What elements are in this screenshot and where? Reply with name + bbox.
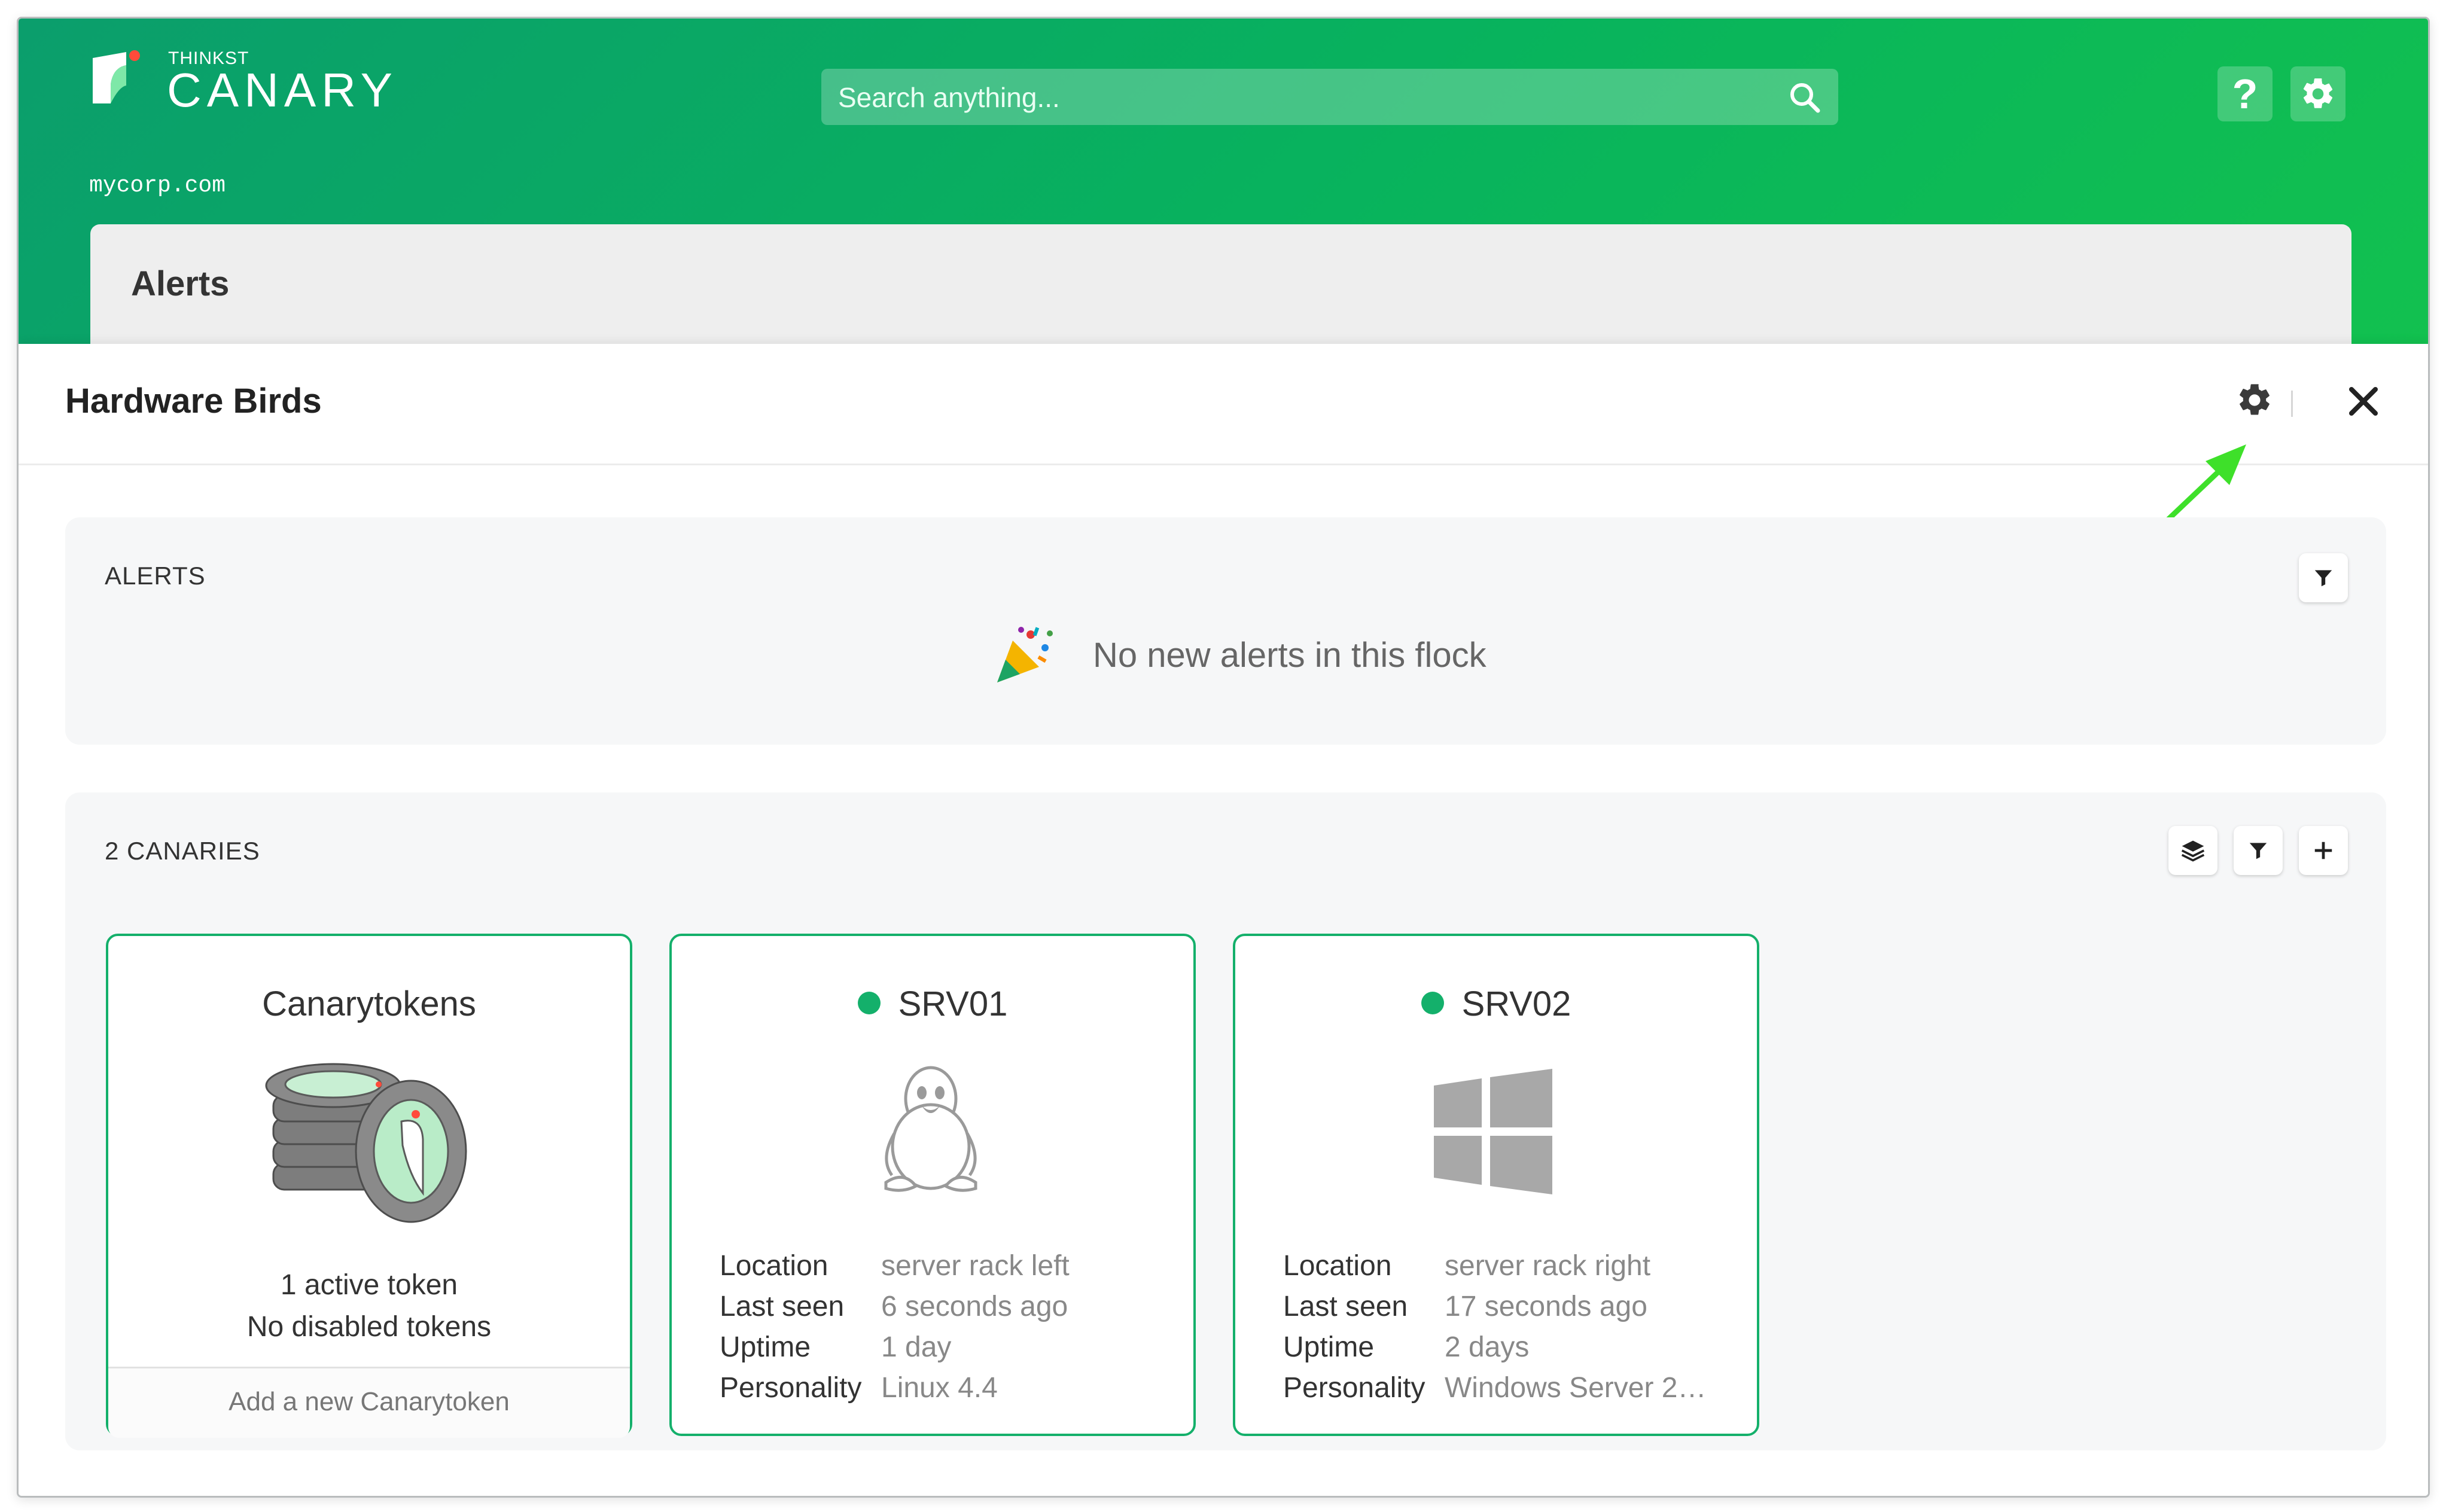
status-online-dot — [1421, 991, 1444, 1014]
personality-label: Personality — [720, 1372, 862, 1404]
personality-label: Personality — [1283, 1372, 1425, 1404]
panel-title: Hardware Birds — [65, 382, 322, 420]
domain-label: mycorp.com — [89, 173, 226, 199]
token-coins-icon — [265, 1063, 467, 1223]
device-name-text: SRV02 — [1461, 984, 1571, 1023]
filter-icon — [2249, 843, 2267, 859]
last-seen-value: 17 seconds ago — [1445, 1291, 1647, 1322]
canarytokens-card[interactable]: Canarytokens 1 active token No disabled … — [106, 934, 632, 1438]
device-details: Location server rack right Last seen 17 se… — [1283, 1246, 1706, 1409]
device-card-srv01[interactable]: SRV01 Location server rack left Last seen… — [669, 934, 1196, 1436]
brand-name: CANARY — [167, 63, 398, 117]
party-popper-icon — [997, 627, 1053, 682]
filter-icon — [2314, 570, 2332, 587]
alerts-section-label: ALERTS — [105, 562, 206, 590]
device-name-text: SRV01 — [898, 984, 1008, 1023]
no-alerts-message: No new alerts in this flock — [992, 619, 1486, 691]
add-canarytoken-label: Add a new Canarytoken — [229, 1387, 510, 1416]
layers-icon — [2181, 840, 2205, 862]
device-card-srv02[interactable]: SRV02 Location server rack right Last see… — [1233, 934, 1759, 1436]
device-details: Location server rack left Last seen 6 seco… — [720, 1246, 1070, 1409]
last-seen-label: Last seen — [1283, 1291, 1408, 1322]
help-icon: ? — [2232, 71, 2258, 117]
no-alerts-text: No new alerts in this flock — [1093, 635, 1486, 675]
app-window: THINKST CANARY mycorp.com ? Alerts Hardw… — [17, 17, 2430, 1498]
add-canarytoken-button[interactable]: Add a new Canarytoken — [108, 1367, 630, 1438]
uptime-label: Uptime — [720, 1331, 811, 1363]
alerts-filter-button[interactable] — [2299, 553, 2348, 602]
status-online-dot — [857, 991, 881, 1014]
last-seen-value: 6 seconds ago — [881, 1291, 1068, 1322]
search-icon[interactable] — [1788, 81, 1821, 114]
settings-button[interactable] — [2290, 66, 2345, 121]
search-bar — [821, 69, 1838, 126]
windows-logo-icon — [1434, 1069, 1552, 1194]
alerts-section: ALERTS No new alerts in this flock — [65, 517, 2386, 745]
disabled-token-count: No disabled tokens — [246, 1311, 492, 1343]
alerts-card-title: Alerts — [131, 264, 230, 303]
panel-divider — [19, 464, 2428, 465]
linux-penguin-icon — [884, 1066, 977, 1192]
device-name: SRV02 — [1235, 984, 1757, 1024]
canaries-count-label: 2 CANARIES — [105, 837, 260, 865]
help-button[interactable]: ? — [2217, 66, 2273, 121]
last-seen-label: Last seen — [720, 1291, 845, 1322]
canarytokens-title: Canarytokens — [262, 984, 476, 1023]
gear-icon — [2303, 78, 2333, 108]
add-canary-button[interactable] — [2299, 826, 2348, 875]
uptime-value: 2 days — [1445, 1331, 1530, 1363]
header-separator — [2291, 391, 2293, 417]
location-label: Location — [720, 1250, 828, 1282]
personality-value: Windows Server 2… — [1445, 1372, 1707, 1404]
close-icon[interactable] — [2345, 383, 2381, 419]
canaries-filter-button[interactable] — [2234, 826, 2283, 875]
personality-value: Linux 4.4 — [881, 1372, 998, 1404]
uptime-value: 1 day — [881, 1331, 952, 1363]
canary-logo-icon — [93, 50, 140, 103]
plus-icon — [2314, 842, 2332, 859]
layers-button[interactable] — [2168, 826, 2217, 875]
location-label: Location — [1283, 1250, 1392, 1282]
device-name: SRV01 — [672, 984, 1193, 1024]
top-header: THINKST CANARY mycorp.com ? Alerts — [19, 19, 2428, 380]
active-token-count: 1 active token — [280, 1269, 458, 1301]
uptime-label: Uptime — [1283, 1331, 1375, 1363]
search-input[interactable] — [821, 69, 1772, 126]
location-value: server rack right — [1445, 1250, 1651, 1282]
location-value: server rack left — [881, 1250, 1070, 1282]
